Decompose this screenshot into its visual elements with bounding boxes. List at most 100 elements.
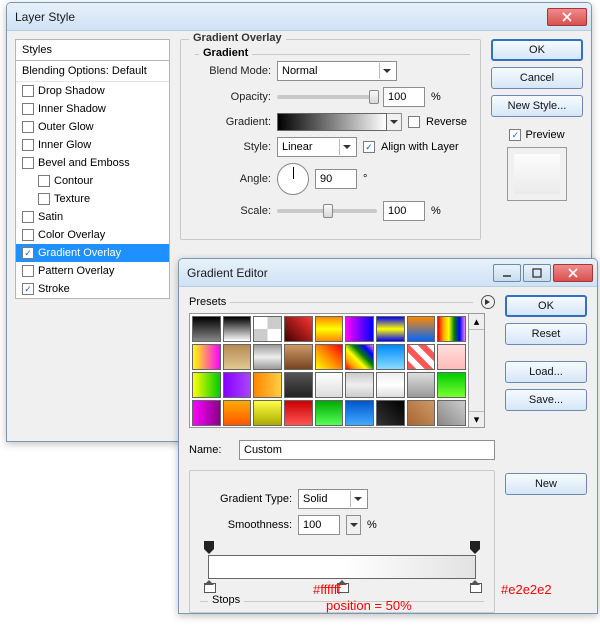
ge-new-button[interactable]: New xyxy=(505,473,587,495)
preset-swatch[interactable] xyxy=(253,344,282,370)
close-icon[interactable] xyxy=(553,264,593,282)
preset-swatch[interactable] xyxy=(407,344,436,370)
style-item-inner-glow[interactable]: Inner Glow xyxy=(16,136,169,154)
maximize-icon[interactable] xyxy=(523,264,551,282)
style-checkbox[interactable] xyxy=(38,193,50,205)
blend-mode-select[interactable]: Normal xyxy=(277,61,397,81)
preset-swatch[interactable] xyxy=(192,372,221,398)
cancel-button[interactable]: Cancel xyxy=(491,67,583,89)
style-item-inner-shadow[interactable]: Inner Shadow xyxy=(16,100,169,118)
preset-swatch[interactable] xyxy=(284,372,313,398)
color-stop-right[interactable] xyxy=(470,581,480,593)
gradient-type-select[interactable]: Solid xyxy=(298,489,368,509)
presets-menu-icon[interactable] xyxy=(481,295,495,309)
style-item-color-overlay[interactable]: Color Overlay xyxy=(16,226,169,244)
preset-swatch[interactable] xyxy=(253,316,282,342)
preset-swatch[interactable] xyxy=(376,372,405,398)
color-stop-left[interactable] xyxy=(204,581,214,593)
preset-swatch[interactable] xyxy=(345,400,374,426)
style-item-contour[interactable]: Contour xyxy=(16,172,169,190)
preset-swatch[interactable] xyxy=(437,400,466,426)
style-checkbox[interactable] xyxy=(22,211,34,223)
new-style-button[interactable]: New Style... xyxy=(491,95,583,117)
gradient-swatch[interactable] xyxy=(277,113,387,131)
style-item-satin[interactable]: Satin xyxy=(16,208,169,226)
scale-input[interactable] xyxy=(383,201,425,221)
preset-swatch[interactable] xyxy=(437,372,466,398)
preset-swatch[interactable] xyxy=(223,400,252,426)
preset-swatch[interactable] xyxy=(437,344,466,370)
scale-slider[interactable] xyxy=(277,209,377,213)
ge-load-button[interactable]: Load... xyxy=(505,361,587,383)
preset-swatch[interactable] xyxy=(407,316,436,342)
style-checkbox[interactable] xyxy=(22,103,34,115)
preset-swatch[interactable] xyxy=(253,372,282,398)
preset-swatch[interactable] xyxy=(376,344,405,370)
opacity-stop-left[interactable] xyxy=(204,541,214,553)
preset-swatch[interactable] xyxy=(192,344,221,370)
scroll-up-icon[interactable]: ▴ xyxy=(469,314,484,330)
preset-swatch[interactable] xyxy=(253,400,282,426)
style-checkbox[interactable] xyxy=(22,85,34,97)
smoothness-input[interactable] xyxy=(298,515,340,535)
preset-swatch[interactable] xyxy=(376,316,405,342)
opacity-stop-right[interactable] xyxy=(470,541,480,553)
gradient-bar[interactable] xyxy=(200,541,484,597)
styles-header[interactable]: Styles xyxy=(16,40,169,61)
preset-swatch[interactable] xyxy=(223,344,252,370)
reverse-checkbox[interactable] xyxy=(408,116,420,128)
ge-save-button[interactable]: Save... xyxy=(505,389,587,411)
preset-swatch[interactable] xyxy=(345,344,374,370)
style-item-outer-glow[interactable]: Outer Glow xyxy=(16,118,169,136)
style-checkbox[interactable] xyxy=(22,121,34,133)
preset-swatch[interactable] xyxy=(437,316,466,342)
ge-reset-button[interactable]: Reset xyxy=(505,323,587,345)
preset-swatch[interactable] xyxy=(223,372,252,398)
style-checkbox[interactable] xyxy=(22,157,34,169)
smoothness-stepper-icon[interactable] xyxy=(346,515,361,535)
preset-swatch[interactable] xyxy=(376,400,405,426)
gradient-editor-titlebar[interactable]: Gradient Editor xyxy=(179,259,597,287)
preset-swatch[interactable] xyxy=(192,316,221,342)
style-checkbox[interactable]: ✓ xyxy=(22,283,34,295)
style-item-pattern-overlay[interactable]: Pattern Overlay xyxy=(16,262,169,280)
close-icon[interactable] xyxy=(547,8,587,26)
style-item-texture[interactable]: Texture xyxy=(16,190,169,208)
style-checkbox[interactable] xyxy=(38,175,50,187)
style-checkbox[interactable] xyxy=(22,229,34,241)
preset-swatch[interactable] xyxy=(407,400,436,426)
style-checkbox[interactable]: ✓ xyxy=(22,247,34,259)
style-checkbox[interactable] xyxy=(22,139,34,151)
preset-swatch[interactable] xyxy=(345,372,374,398)
presets-scrollbar[interactable]: ▴ ▾ xyxy=(469,313,485,428)
layer-style-titlebar[interactable]: Layer Style xyxy=(7,3,591,31)
chevron-down-icon[interactable] xyxy=(387,113,402,131)
preset-swatch[interactable] xyxy=(284,344,313,370)
style-item-gradient-overlay[interactable]: ✓Gradient Overlay xyxy=(16,244,169,262)
style-select[interactable]: Linear xyxy=(277,137,357,157)
preset-swatch[interactable] xyxy=(284,400,313,426)
align-checkbox[interactable]: ✓ xyxy=(363,141,375,153)
name-input[interactable] xyxy=(239,440,495,460)
preview-checkbox[interactable]: ✓ xyxy=(509,129,521,141)
ge-ok-button[interactable]: OK xyxy=(505,295,587,317)
preset-swatch[interactable] xyxy=(315,344,344,370)
scroll-down-icon[interactable]: ▾ xyxy=(469,411,484,427)
opacity-input[interactable] xyxy=(383,87,425,107)
preset-swatch[interactable] xyxy=(407,372,436,398)
ok-button[interactable]: OK xyxy=(491,39,583,61)
opacity-slider[interactable] xyxy=(277,95,377,99)
style-checkbox[interactable] xyxy=(22,265,34,277)
preset-swatch[interactable] xyxy=(192,400,221,426)
blending-options-header[interactable]: Blending Options: Default xyxy=(16,61,169,82)
style-item-bevel-and-emboss[interactable]: Bevel and Emboss xyxy=(16,154,169,172)
angle-input[interactable] xyxy=(315,169,357,189)
angle-dial[interactable] xyxy=(277,163,309,195)
preset-swatch[interactable] xyxy=(315,400,344,426)
preset-swatch[interactable] xyxy=(315,316,344,342)
style-item-drop-shadow[interactable]: Drop Shadow xyxy=(16,82,169,100)
minimize-icon[interactable] xyxy=(493,264,521,282)
preset-swatch[interactable] xyxy=(345,316,374,342)
preset-swatch[interactable] xyxy=(315,372,344,398)
preset-swatch[interactable] xyxy=(284,316,313,342)
